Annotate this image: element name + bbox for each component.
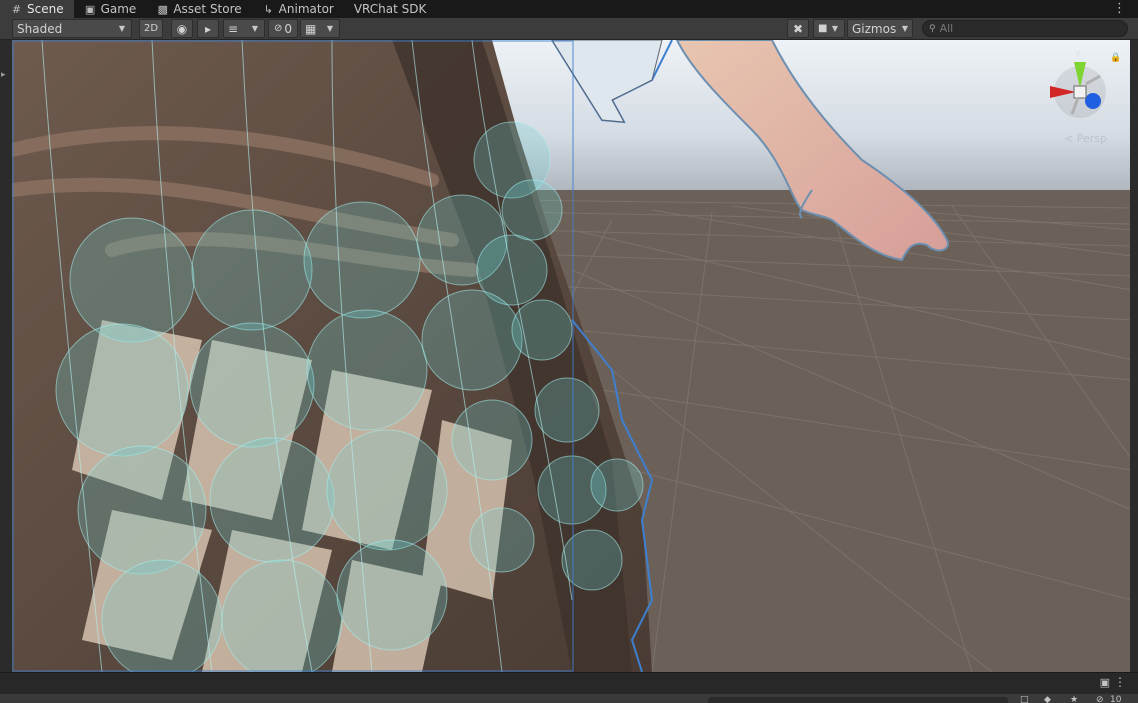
gizmos-label: Gizmos: [852, 21, 897, 36]
gizmo-y-label: y: [1075, 48, 1081, 59]
grid-icon: #: [11, 2, 22, 16]
grid-snap-dropdown[interactable]: ▦ ▼: [300, 19, 340, 38]
chevron-down-icon: ▼: [118, 24, 125, 33]
tag-icon[interactable]: ◆: [1044, 695, 1051, 703]
scene-viewport[interactable]: x y z 🔒 < Persp: [12, 40, 1132, 672]
tab-animator[interactable]: ↳ Animator: [252, 0, 344, 18]
tab-vrchat-sdk[interactable]: VRChat SDK: [344, 0, 437, 18]
shading-mode-label: Shaded: [17, 21, 63, 36]
z-axis-cone[interactable]: [1085, 93, 1101, 109]
tab-game-label: Game: [100, 2, 137, 16]
toggle-2d-label: 2D: [143, 23, 159, 34]
bottom-panel: ▣ ⋮ □ ◆ ★ ⊘ 10: [0, 672, 1138, 703]
animator-icon: ↳: [263, 2, 273, 16]
layers-icon: ≡: [228, 21, 239, 36]
chevron-down-icon: ▼: [831, 24, 838, 33]
gizmo-x-label: x: [1040, 89, 1046, 100]
chevron-down-icon: ▼: [901, 24, 908, 33]
star-icon[interactable]: ★: [1070, 695, 1078, 703]
lock-icon[interactable]: ▣: [1100, 676, 1110, 689]
grid-snap-icon: ▦: [305, 21, 317, 36]
shopping-bag-icon: ▩: [157, 2, 169, 16]
gizmo-center-cube[interactable]: [1073, 85, 1087, 99]
chevron-down-icon: ▼: [251, 24, 258, 33]
file-icon[interactable]: □: [1020, 695, 1029, 703]
search-icon: ⚲: [929, 23, 936, 34]
tools-button[interactable]: ✖: [787, 19, 809, 38]
visibility-icon[interactable]: ⊘: [1096, 695, 1104, 703]
camera-icon: ■: [818, 23, 828, 34]
shading-mode-dropdown[interactable]: Shaded ▼: [12, 19, 132, 38]
search-input[interactable]: [939, 22, 1110, 35]
gizmos-dropdown[interactable]: Gizmos ▼: [847, 19, 913, 38]
chevron-down-icon: ▼: [326, 24, 333, 33]
projection-toggle[interactable]: < Persp: [1064, 132, 1107, 145]
speaker-icon: ▸: [204, 21, 212, 36]
layer-count: 10: [1110, 695, 1122, 703]
scene-search[interactable]: ⚲: [922, 20, 1128, 37]
gamepad-icon: ▣: [84, 2, 96, 16]
hidden-count: 0: [284, 21, 293, 36]
effects-dropdown[interactable]: ≡ ▼: [223, 19, 265, 38]
tab-game[interactable]: ▣ Game: [74, 0, 147, 18]
tab-menu-icon[interactable]: ⋮: [1113, 0, 1126, 18]
gizmo-z-label: z: [1096, 110, 1101, 121]
lock-icon[interactable]: 🔒: [1110, 52, 1121, 63]
tab-asset-store-label: Asset Store: [173, 2, 242, 16]
scene-render: x y z 🔒: [12, 40, 1132, 672]
tab-vrchat-sdk-label: VRChat SDK: [353, 2, 427, 16]
right-panel-edge: [1130, 40, 1138, 672]
audio-toggle-button[interactable]: ▸: [197, 19, 219, 38]
tab-asset-store[interactable]: ▩ Asset Store: [146, 0, 251, 18]
lighting-toggle-button[interactable]: ◉: [171, 19, 193, 38]
chevron-right-icon[interactable]: ▸: [1, 70, 6, 80]
scene-visibility-toggle[interactable]: ⊘ 0: [268, 19, 298, 38]
bottom-search-field[interactable]: [708, 697, 1008, 703]
lightbulb-icon: ◉: [176, 21, 188, 36]
tab-scene-label: Scene: [27, 2, 64, 16]
eye-slash-icon: ⊘: [273, 23, 283, 34]
crossed-tools-icon: ✖: [792, 21, 804, 36]
tab-scene[interactable]: # Scene: [0, 0, 74, 18]
toggle-2d-button[interactable]: 2D: [139, 19, 163, 38]
scene-toolbar: Shaded ▼ 2D ◉ ▸ ≡ ▼ ⊘ 0 ▦ ▼ ✖ ■ ▼ Gizmos…: [0, 18, 1138, 40]
camera-settings-dropdown[interactable]: ■ ▼: [813, 19, 845, 38]
left-panel-edge: ▸: [0, 40, 12, 672]
editor-tab-bar: # Scene ▣ Game ▩ Asset Store ↳ Animator …: [0, 0, 1138, 18]
panel-menu-icon[interactable]: ⋮: [1114, 675, 1126, 689]
tab-animator-label: Animator: [278, 2, 334, 16]
